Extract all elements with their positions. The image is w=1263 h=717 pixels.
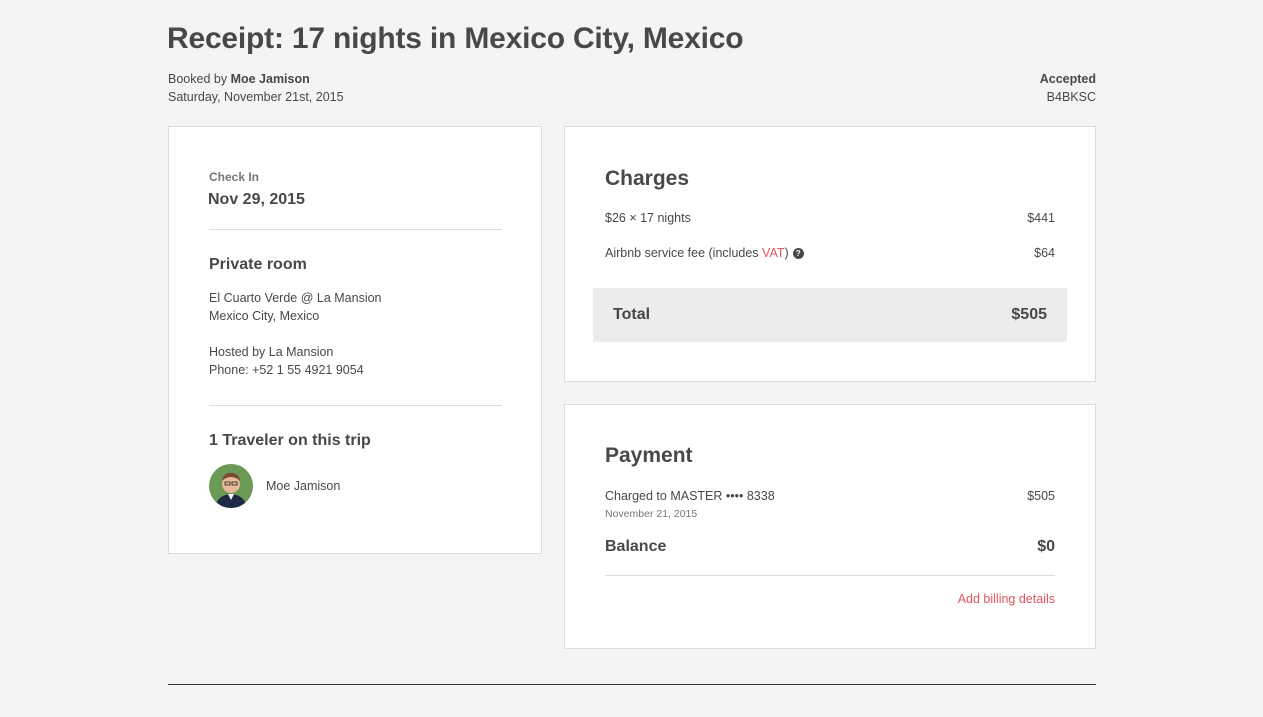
vat-link[interactable]: VAT <box>762 246 784 260</box>
balance-row: Balance $0 <box>605 538 1055 556</box>
charges-card: Charges $26 × 17 nights $441 Airbnb serv… <box>564 126 1096 382</box>
booking-date: Saturday, November 21st, 2015 <box>168 90 344 104</box>
booking-status-block: Accepted B4BKSC <box>1040 70 1096 106</box>
charged-amount: $505 <box>1027 489 1055 503</box>
travelers-heading: 1 Traveler on this trip <box>209 432 371 449</box>
listing-name: El Cuarto Verde @ La Mansion <box>209 291 382 305</box>
footer-divider <box>168 684 1096 685</box>
question-circle-icon[interactable]: ? <box>792 248 804 259</box>
add-billing-details-link[interactable]: Add billing details <box>958 592 1055 606</box>
service-fee-text: Airbnb service fee (includes <box>605 246 763 260</box>
page-title: Receipt: 17 nights in Mexico City, Mexic… <box>167 22 744 55</box>
nightly-charge-row: $26 × 17 nights $441 <box>605 209 1055 227</box>
divider <box>605 575 1055 576</box>
service-fee-row: Airbnb service fee (includes VAT)? $64 <box>605 244 1055 262</box>
service-fee-amount: $64 <box>1034 246 1055 260</box>
check-in-label: Check In <box>209 170 260 184</box>
nightly-label: $26 × 17 nights <box>605 211 691 225</box>
booked-by-name: Moe Jamison <box>230 72 310 86</box>
balance-label: Balance <box>605 538 667 555</box>
room-type: Private room <box>209 256 307 273</box>
payment-card: Payment Charged to MASTER •••• 8338 $505… <box>564 404 1096 649</box>
trip-details-card: Check In Nov 29, 2015 Private room El Cu… <box>168 126 542 554</box>
total-label: Total <box>613 306 651 323</box>
charges-heading: Charges <box>605 167 690 190</box>
total-amount: $505 <box>1011 306 1047 323</box>
balance-amount: $0 <box>1037 538 1055 555</box>
confirmation-code: B4BKSC <box>1046 90 1096 104</box>
listing-address: El Cuarto Verde @ La Mansion Mexico City… <box>209 289 382 325</box>
host-line: Hosted by La Mansion <box>209 345 334 359</box>
status-badge: Accepted <box>1039 72 1096 86</box>
nightly-amount: $441 <box>1027 211 1055 225</box>
avatar[interactable] <box>209 464 253 508</box>
traveler-name: Moe Jamison <box>266 479 341 493</box>
charged-date: November 21, 2015 <box>605 508 698 520</box>
service-fee-label: Airbnb service fee (includes VAT)? <box>605 244 804 262</box>
charged-label: Charged to MASTER •••• 8338 <box>605 489 775 503</box>
check-in-date: Nov 29, 2015 <box>208 191 305 208</box>
booked-by-label: Booked by <box>168 72 228 86</box>
listing-location: Mexico City, Mexico <box>209 309 320 323</box>
phone-line: Phone: +52 1 55 4921 9054 <box>209 363 364 377</box>
charged-row: Charged to MASTER •••• 8338 $505 <box>605 487 1055 505</box>
traveler-item[interactable]: Moe Jamison <box>209 464 340 508</box>
total-row: Total $505 <box>593 288 1067 342</box>
host-info: Hosted by La Mansion Phone: +52 1 55 492… <box>209 343 364 379</box>
payment-heading: Payment <box>605 444 693 467</box>
service-fee-close: ) <box>784 246 789 260</box>
booked-by: Booked by Moe Jamison <box>168 70 344 88</box>
divider <box>209 405 502 406</box>
booking-meta: Booked by Moe Jamison Saturday, November… <box>168 70 344 106</box>
divider <box>209 229 502 230</box>
